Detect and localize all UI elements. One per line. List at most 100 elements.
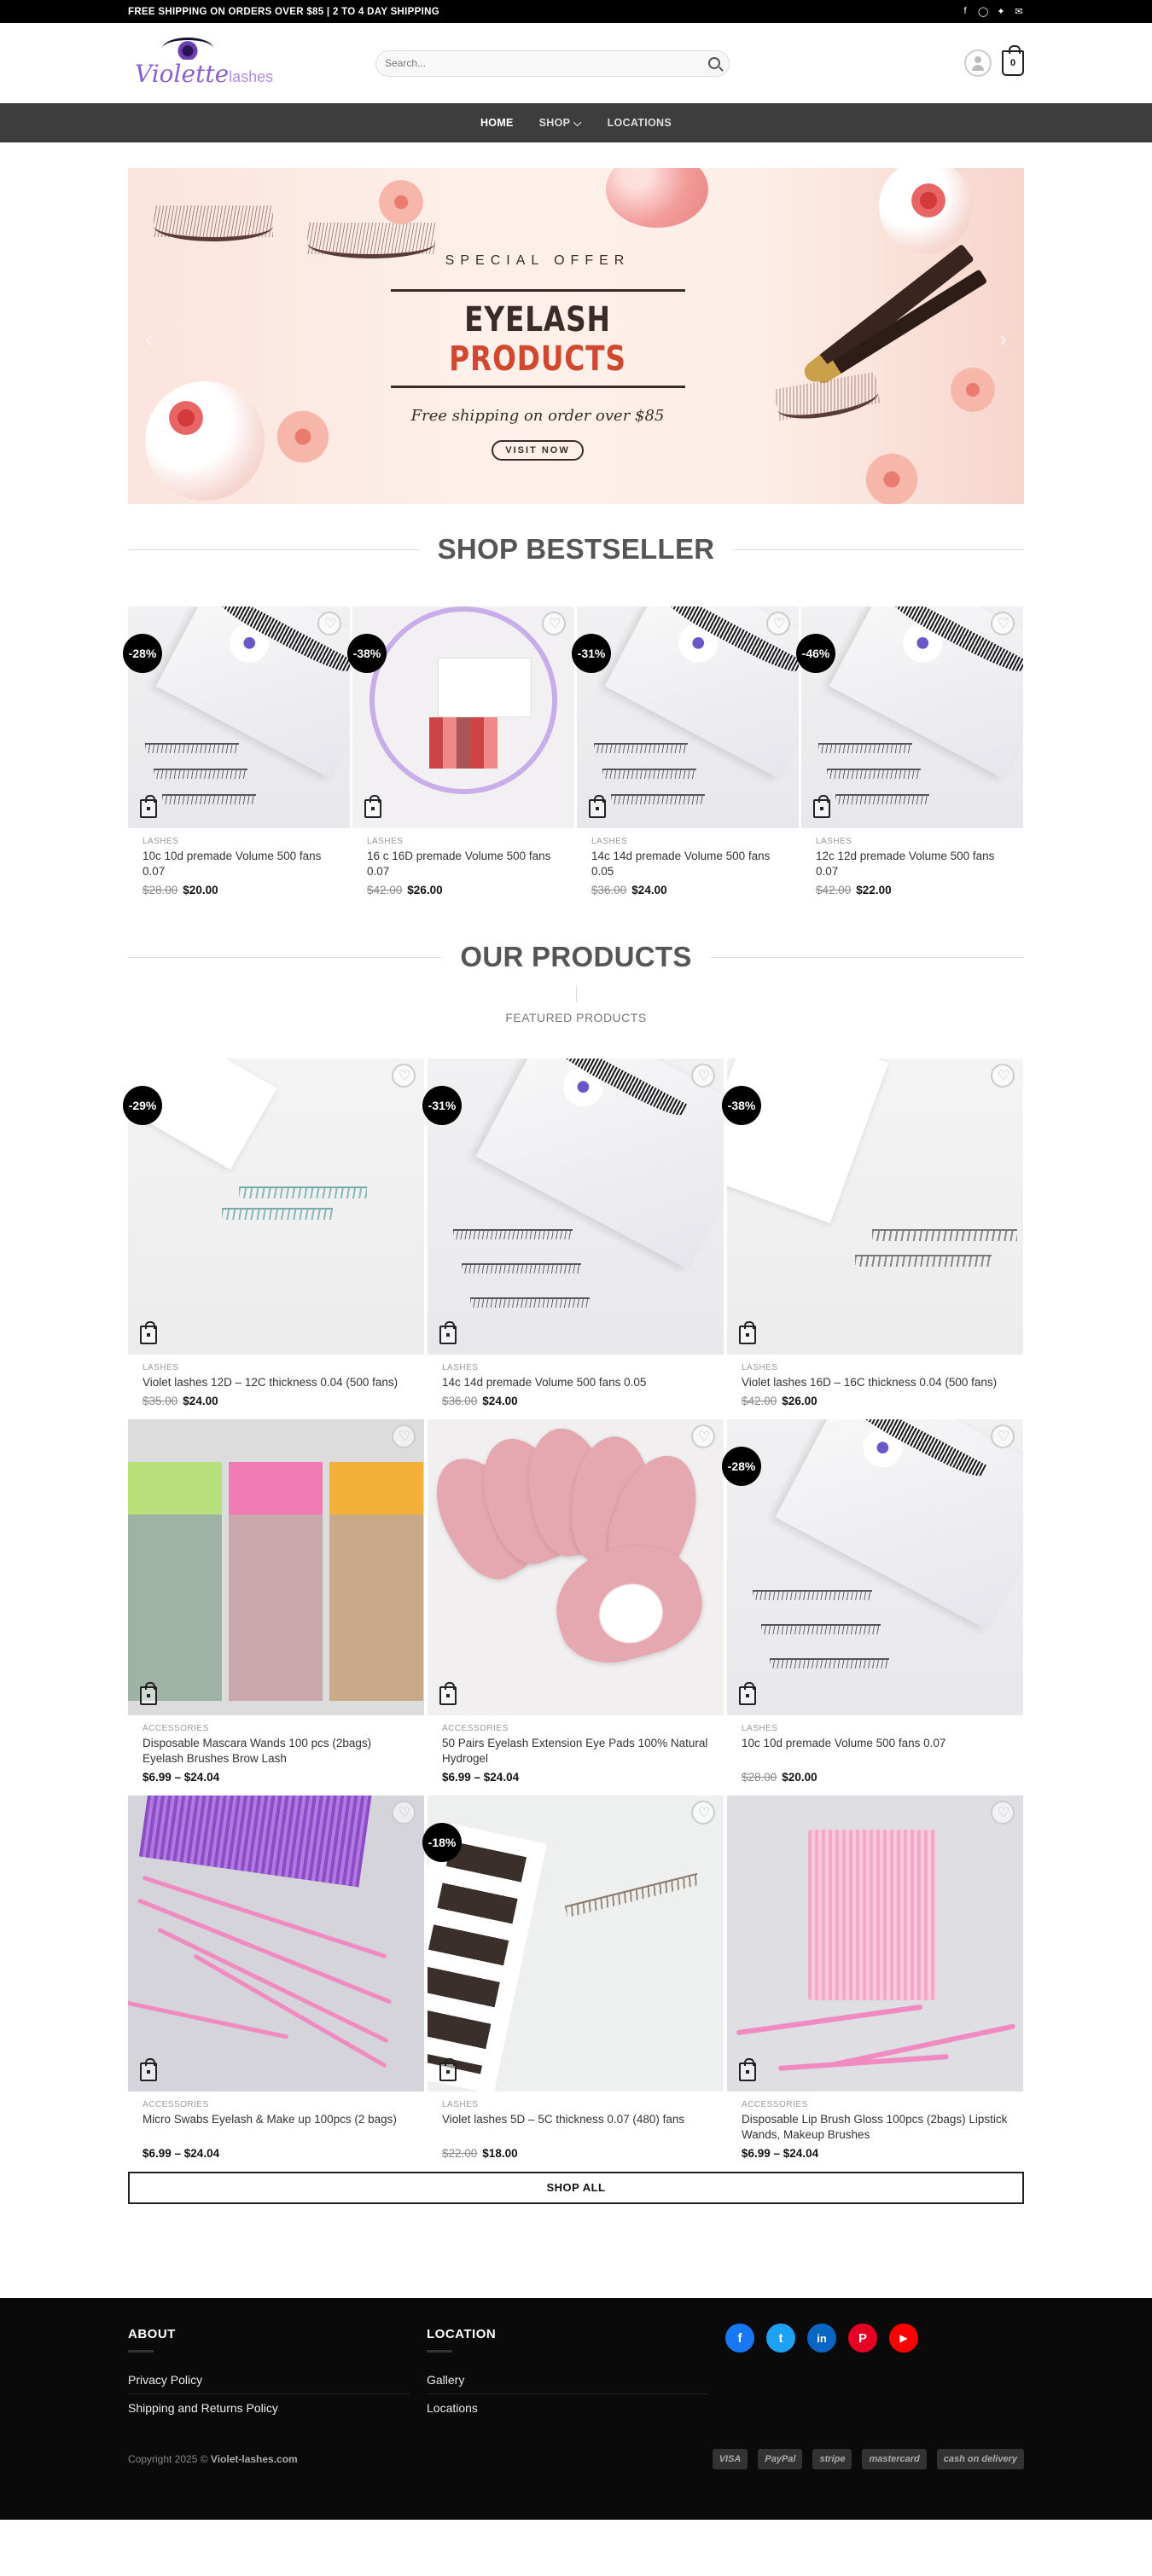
visit-now-button[interactable]: VISIT NOW xyxy=(492,440,584,461)
facebook-icon[interactable]: f xyxy=(960,6,970,17)
hero-banner[interactable]: SPECIAL OFFER EYELASH PRODUCTS Free ship… xyxy=(128,168,1024,504)
wishlist-icon[interactable] xyxy=(392,1801,416,1825)
add-to-cart-icon[interactable] xyxy=(140,795,157,818)
linkedin-icon[interactable]: in xyxy=(807,2324,836,2353)
product-name[interactable]: 10c 10d premade Volume 500 fans 0.07 xyxy=(742,1736,1009,1751)
product-image[interactable] xyxy=(428,1059,724,1355)
nav-locations[interactable]: LOCATIONS xyxy=(608,117,672,129)
add-to-cart-icon[interactable] xyxy=(813,795,830,818)
add-to-cart-icon[interactable] xyxy=(589,795,606,818)
product-card[interactable]: -29% LASHES Violet lashes 12D – 12C thic… xyxy=(123,1059,424,1407)
shop-all-button[interactable]: SHOP ALL xyxy=(128,2172,1024,2204)
product-image[interactable] xyxy=(428,1796,724,2092)
promo-text: FREE SHIPPING ON ORDERS OVER $85 | 2 TO … xyxy=(128,6,439,17)
product-image[interactable] xyxy=(428,1419,724,1715)
product-image[interactable] xyxy=(128,606,350,828)
add-to-cart-icon[interactable] xyxy=(364,795,381,818)
product-name[interactable]: Micro Swabs Eyelash & Make up 100pcs (2 … xyxy=(143,2112,410,2127)
add-to-cart-icon[interactable] xyxy=(739,2058,756,2081)
locations-link[interactable]: Locations xyxy=(427,2394,708,2422)
add-to-cart-icon[interactable] xyxy=(439,1321,457,1344)
product-card[interactable]: -38% LASHES 16 c 16D premade Volume 500 … xyxy=(347,606,574,896)
pinterest-icon[interactable]: P xyxy=(848,2324,877,2353)
price-range: $6.99 – $24.04 xyxy=(742,2147,819,2160)
wishlist-icon[interactable] xyxy=(542,612,566,635)
product-card[interactable]: -31% LASHES 14c 14d premade Volume 500 f… xyxy=(572,606,799,896)
gallery-link[interactable]: Gallery xyxy=(427,2366,708,2394)
product-card[interactable]: -18% LASHES Violet lashes 5D – 5C thickn… xyxy=(422,1796,724,2160)
product-image[interactable] xyxy=(727,1419,1023,1715)
add-to-cart-icon[interactable] xyxy=(739,1682,756,1705)
add-to-cart-icon[interactable] xyxy=(439,2058,457,2081)
next-slide-icon[interactable]: › xyxy=(999,326,1007,352)
product-category: LASHES xyxy=(367,837,404,846)
search-icon[interactable] xyxy=(708,57,720,69)
wishlist-icon[interactable] xyxy=(766,612,790,635)
add-to-cart-icon[interactable] xyxy=(739,1321,756,1344)
cart-button[interactable]: 0 xyxy=(1002,45,1024,76)
product-name[interactable]: Disposable Mascara Wands 100 pcs (2bags)… xyxy=(143,1736,410,1767)
add-to-cart-icon[interactable] xyxy=(140,2058,157,2081)
product-name[interactable]: Disposable Lip Brush Gloss 100pcs (2bags… xyxy=(742,2112,1009,2143)
product-name[interactable]: 12c 12d premade Volume 500 fans 0.07 xyxy=(816,849,1009,879)
product-name[interactable]: 50 Pairs Eyelash Extension Eye Pads 100%… xyxy=(442,1736,709,1767)
product-card[interactable]: -28% LASHES 10c 10d premade Volume 500 f… xyxy=(123,606,350,896)
product-card[interactable]: ACCESSORIES Micro Swabs Eyelash & Make u… xyxy=(128,1796,424,2160)
logo-text: Violette xyxy=(135,60,230,88)
product-name[interactable]: Violet lashes 12D – 12C thickness 0.04 (… xyxy=(143,1375,410,1390)
product-image[interactable] xyxy=(801,606,1023,828)
account-icon[interactable] xyxy=(964,49,992,77)
wishlist-icon[interactable] xyxy=(991,612,1015,635)
product-name[interactable]: Violet lashes 16D – 16C thickness 0.04 (… xyxy=(742,1375,1009,1390)
email-icon[interactable]: ✉ xyxy=(1014,6,1024,17)
nav-shop[interactable]: SHOP ⌵ xyxy=(539,117,582,130)
wishlist-icon[interactable] xyxy=(691,1424,715,1448)
stripe-icon: stripe xyxy=(812,2449,852,2469)
product-name[interactable]: Violet lashes 5D – 5C thickness 0.07 (48… xyxy=(442,2112,709,2127)
wishlist-icon[interactable] xyxy=(991,1424,1015,1448)
product-card[interactable]: -38% LASHES Violet lashes 16D – 16C thic… xyxy=(722,1059,1023,1407)
prev-slide-icon[interactable]: ‹ xyxy=(145,326,153,352)
instagram-icon[interactable]: ◯ xyxy=(978,6,988,17)
wishlist-icon[interactable] xyxy=(392,1424,416,1448)
cart-count: 0 xyxy=(1009,58,1016,68)
product-card[interactable]: ACCESSORIES Disposable Lip Brush Gloss 1… xyxy=(727,1796,1023,2160)
product-image[interactable] xyxy=(352,606,574,828)
search-input[interactable] xyxy=(385,57,708,69)
add-to-cart-icon[interactable] xyxy=(140,1682,157,1705)
product-name[interactable]: 10c 10d premade Volume 500 fans 0.07 xyxy=(143,849,335,879)
product-card[interactable]: -31% LASHES 14c 14d premade Volume 500 f… xyxy=(422,1059,724,1407)
shipping-policy-link[interactable]: Shipping and Returns Policy xyxy=(128,2394,410,2422)
product-image[interactable] xyxy=(727,1059,1023,1355)
product-name[interactable]: 14c 14d premade Volume 500 fans 0.05 xyxy=(442,1375,709,1390)
decor-flower xyxy=(375,177,427,228)
product-card[interactable]: -28% LASHES 10c 10d premade Volume 500 f… xyxy=(722,1419,1023,1784)
wishlist-icon[interactable] xyxy=(691,1801,715,1825)
wishlist-icon[interactable] xyxy=(691,1064,715,1088)
wishlist-icon[interactable] xyxy=(392,1064,416,1088)
cash-on-delivery-icon: cash on delivery xyxy=(936,2449,1024,2469)
twitter-icon[interactable]: ✦ xyxy=(996,6,1006,17)
wishlist-icon[interactable] xyxy=(991,1064,1015,1088)
product-image[interactable] xyxy=(128,1796,424,2092)
add-to-cart-icon[interactable] xyxy=(439,1682,457,1705)
wishlist-icon[interactable] xyxy=(991,1801,1015,1825)
product-image[interactable] xyxy=(577,606,799,828)
site-logo[interactable]: Violettelashes xyxy=(128,29,290,97)
facebook-icon[interactable]: f xyxy=(725,2324,754,2353)
product-card[interactable]: -46% LASHES 12c 12d premade Volume 500 f… xyxy=(796,606,1023,896)
nav-home[interactable]: HOME xyxy=(480,117,514,129)
product-name[interactable]: 16 c 16D premade Volume 500 fans 0.07 xyxy=(367,849,560,879)
product-card[interactable]: ACCESSORIES 50 Pairs Eyelash Extension E… xyxy=(428,1419,724,1784)
product-image[interactable] xyxy=(727,1796,1023,2092)
wishlist-icon[interactable] xyxy=(317,612,341,635)
product-image[interactable] xyxy=(128,1059,424,1355)
top-socials: f ◯ ✦ ✉ xyxy=(960,6,1024,17)
add-to-cart-icon[interactable] xyxy=(140,1321,157,1344)
product-image[interactable] xyxy=(128,1419,424,1715)
youtube-icon[interactable]: ▶ xyxy=(889,2324,918,2353)
twitter-icon[interactable]: t xyxy=(766,2324,795,2353)
product-card[interactable]: ACCESSORIES Disposable Mascara Wands 100… xyxy=(128,1419,424,1784)
product-name[interactable]: 14c 14d premade Volume 500 fans 0.05 xyxy=(591,849,784,879)
privacy-policy-link[interactable]: Privacy Policy xyxy=(128,2366,410,2394)
